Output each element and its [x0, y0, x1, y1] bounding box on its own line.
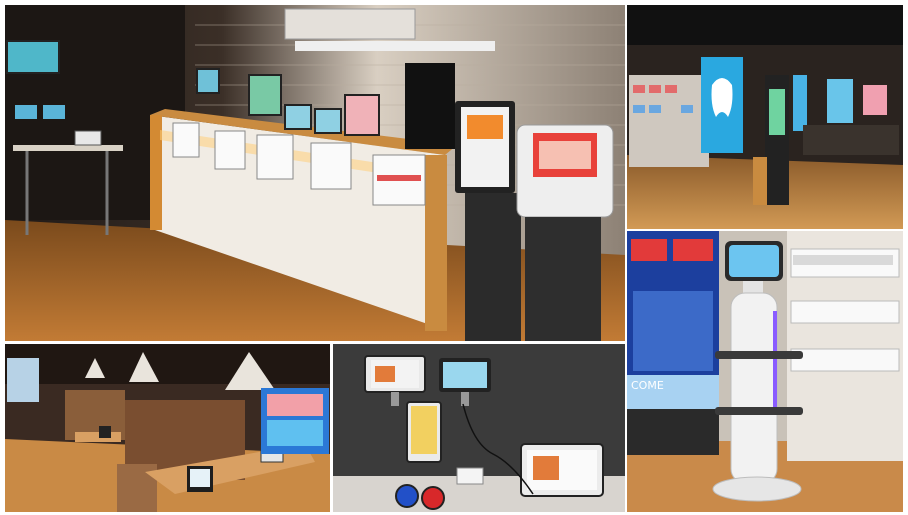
- photo-store-demo: [627, 5, 903, 229]
- photo-restaurant-booths: [5, 344, 330, 512]
- photo-delivery-robot: COME: [627, 231, 903, 512]
- photo-showroom-main: [5, 5, 625, 341]
- robot-screen-text: COME: [631, 379, 664, 392]
- photo-tablet-terminals: [333, 344, 625, 512]
